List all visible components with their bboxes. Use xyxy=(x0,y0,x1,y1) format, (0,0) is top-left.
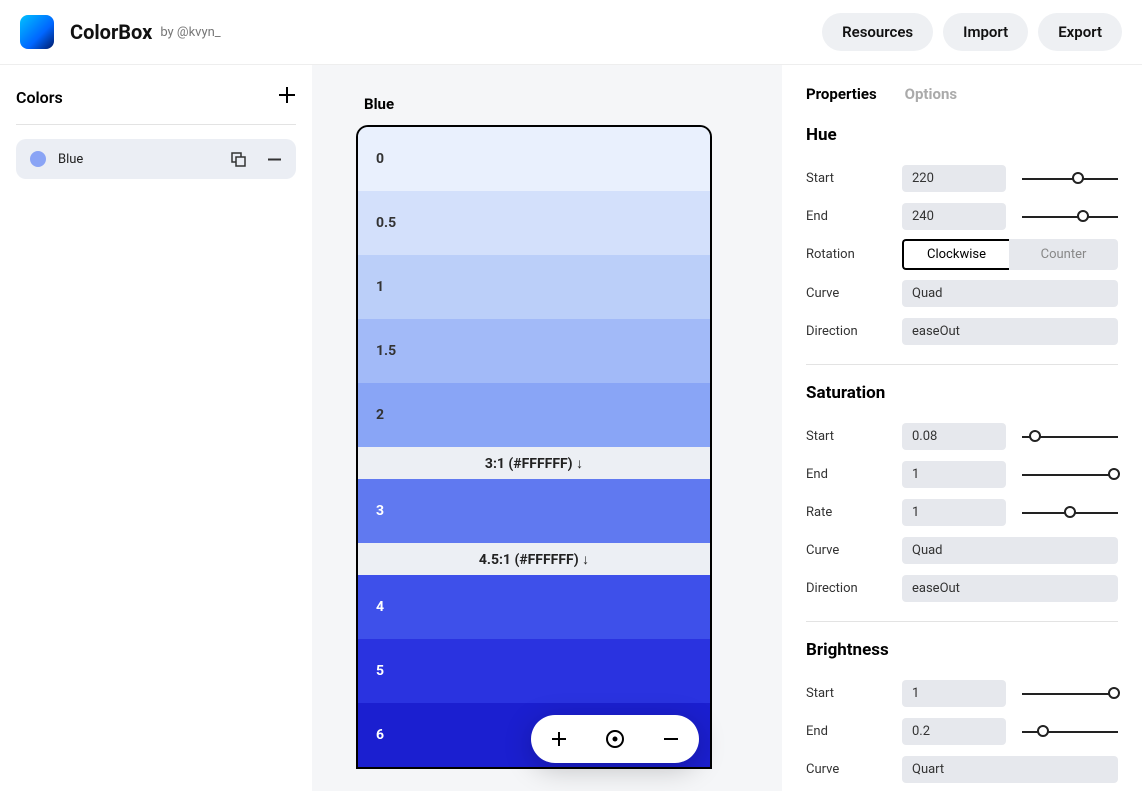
app-logo xyxy=(20,15,54,49)
hue-curve-label: Curve xyxy=(806,286,902,301)
bri-curve-select[interactable] xyxy=(902,756,1118,783)
plus-icon xyxy=(278,86,296,104)
sat-start-slider[interactable] xyxy=(1022,426,1118,446)
duplicate-button[interactable] xyxy=(230,151,246,167)
shade-row[interactable]: 0.5 xyxy=(358,191,710,255)
sat-end-input[interactable] xyxy=(902,461,1006,488)
sat-end-label: End xyxy=(806,467,902,482)
hue-start-label: Start xyxy=(806,171,902,186)
properties-panel: Properties Options Hue Start End Rotatio… xyxy=(782,65,1142,791)
sat-direction-label: Direction xyxy=(806,581,902,596)
bri-start-input[interactable] xyxy=(902,680,1006,707)
sat-title: Saturation xyxy=(806,383,1118,403)
add-color-button[interactable] xyxy=(278,85,296,110)
sat-start-input[interactable] xyxy=(902,423,1006,450)
export-button[interactable]: Export xyxy=(1038,13,1122,51)
shade-row[interactable]: 1 xyxy=(358,255,710,319)
sat-rate-input[interactable] xyxy=(902,499,1006,526)
sidebar: Colors Blue xyxy=(0,65,312,791)
bri-end-label: End xyxy=(806,724,902,739)
app-title: ColorBox xyxy=(70,20,152,44)
sat-curve-label: Curve xyxy=(806,543,902,558)
shade-row[interactable]: 5 xyxy=(358,639,710,703)
hue-direction-select[interactable] xyxy=(902,318,1118,345)
import-button[interactable]: Import xyxy=(943,13,1028,51)
target-icon xyxy=(605,729,625,749)
minus-icon xyxy=(267,152,282,167)
sat-curve-select[interactable] xyxy=(902,537,1118,564)
resources-button[interactable]: Resources xyxy=(822,13,933,51)
bri-curve-label: Curve xyxy=(806,762,902,777)
sat-rate-slider[interactable] xyxy=(1022,502,1118,522)
shade-row[interactable]: 1.5 xyxy=(358,319,710,383)
bri-end-slider[interactable] xyxy=(1022,721,1118,741)
sat-direction-select[interactable] xyxy=(902,575,1118,602)
remove-button[interactable] xyxy=(266,151,282,167)
minus-icon xyxy=(662,730,680,748)
bri-start-label: Start xyxy=(806,686,902,701)
zoom-out-button[interactable] xyxy=(657,725,685,753)
sat-start-label: Start xyxy=(806,429,902,444)
app-byline: by @kvyn_ xyxy=(160,25,220,40)
zoom-reset-button[interactable] xyxy=(601,725,629,753)
hue-end-label: End xyxy=(806,209,902,224)
bri-start-slider[interactable] xyxy=(1022,683,1118,703)
hue-rotation-label: Rotation xyxy=(806,247,902,262)
color-swatch xyxy=(30,151,46,167)
tab-options[interactable]: Options xyxy=(905,85,957,103)
bri-title: Brightness xyxy=(806,640,1118,660)
palette: 00.511.523:1 (#FFFFFF) ↓34.5:1 (#FFFFFF)… xyxy=(356,125,712,769)
zoom-toolbar xyxy=(531,715,699,763)
contrast-band: 3:1 (#FFFFFF) ↓ xyxy=(358,447,710,479)
app-header: ColorBox by @kvyn_ Resources Import Expo… xyxy=(0,0,1142,65)
color-name: Blue xyxy=(58,152,230,167)
canvas: Blue 00.511.523:1 (#FFFFFF) ↓34.5:1 (#FF… xyxy=(312,65,782,791)
hue-direction-label: Direction xyxy=(806,324,902,339)
shade-row[interactable]: 3 xyxy=(358,479,710,543)
hue-title: Hue xyxy=(806,125,1118,145)
shade-row[interactable]: 4 xyxy=(358,575,710,639)
hue-start-slider[interactable] xyxy=(1022,168,1118,188)
sidebar-color-row[interactable]: Blue xyxy=(16,139,296,179)
hue-curve-select[interactable] xyxy=(902,280,1118,307)
zoom-in-button[interactable] xyxy=(545,725,573,753)
sat-end-slider[interactable] xyxy=(1022,464,1118,484)
rotation-clockwise-button[interactable]: Clockwise xyxy=(902,239,1009,270)
shade-row[interactable]: 0 xyxy=(358,127,710,191)
hue-start-input[interactable] xyxy=(902,165,1006,192)
shade-row[interactable]: 2 xyxy=(358,383,710,447)
hue-end-slider[interactable] xyxy=(1022,206,1118,226)
sat-rate-label: Rate xyxy=(806,505,902,520)
rotation-counter-button[interactable]: Counter xyxy=(1009,239,1118,270)
bri-end-input[interactable] xyxy=(902,718,1006,745)
palette-title: Blue xyxy=(364,95,738,113)
copy-icon xyxy=(231,152,246,167)
tab-properties[interactable]: Properties xyxy=(806,85,877,103)
contrast-band: 4.5:1 (#FFFFFF) ↓ xyxy=(358,543,710,575)
plus-icon xyxy=(550,730,568,748)
hue-end-input[interactable] xyxy=(902,203,1006,230)
sidebar-title: Colors xyxy=(16,88,63,107)
